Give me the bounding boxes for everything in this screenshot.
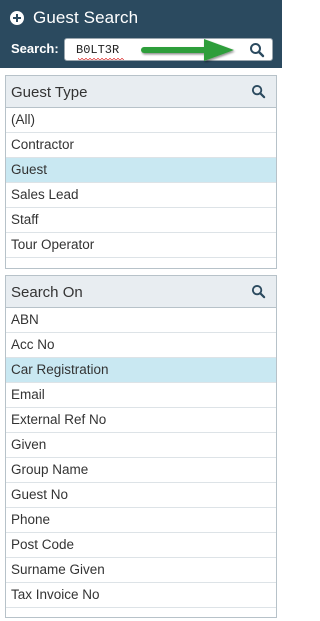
list-item-surname-given[interactable]: Surname Given [6,558,276,583]
search-icon[interactable] [251,284,266,299]
list-item-external-ref-no[interactable]: External Ref No [6,408,276,433]
search-icon[interactable] [251,84,266,99]
guest-type-header: Guest Type [6,76,276,108]
list-item-tax-invoice-no[interactable]: Tax Invoice No [6,583,276,608]
guest-search-header: Guest Search Search: [0,0,282,68]
list-item-acc-no[interactable]: Acc No [6,333,276,358]
list-item-contractor[interactable]: Contractor [6,133,276,158]
list-item-sales-lead[interactable]: Sales Lead [6,183,276,208]
list-item-car-registration[interactable]: Car Registration [6,358,276,383]
plus-circle-icon[interactable] [10,11,24,25]
list-item-guest[interactable]: Guest [6,158,276,183]
search-on-title: Search On [11,284,83,301]
search-on-list: ABN Acc No Car Registration Email Extern… [6,308,276,608]
spellcheck-underline [78,58,124,61]
search-icon[interactable] [249,42,265,58]
list-item-guest-no[interactable]: Guest No [6,483,276,508]
search-label: Search: [11,41,59,56]
header-title-row: Guest Search [10,7,138,29]
list-item-group-name[interactable]: Group Name [6,458,276,483]
list-item-post-code[interactable]: Post Code [6,533,276,558]
page-title: Guest Search [33,8,139,27]
list-item-email[interactable]: Email [6,383,276,408]
guest-type-title: Guest Type [11,84,88,101]
list-item-staff[interactable]: Staff [6,208,276,233]
search-on-panel: Search On ABN Acc No Car Registration Em… [5,275,277,618]
search-on-header: Search On [6,276,276,308]
list-item-all[interactable]: (All) [6,108,276,133]
list-item-abn[interactable]: ABN [6,308,276,333]
list-item-phone[interactable]: Phone [6,508,276,533]
guest-type-list: (All) Contractor Guest Sales Lead Staff … [6,108,276,258]
green-arrow-annotation [141,39,234,61]
guest-type-panel: Guest Type (All) Contractor Guest Sales … [5,75,277,269]
list-item-tour-operator[interactable]: Tour Operator [6,233,276,258]
list-item-given[interactable]: Given [6,433,276,458]
